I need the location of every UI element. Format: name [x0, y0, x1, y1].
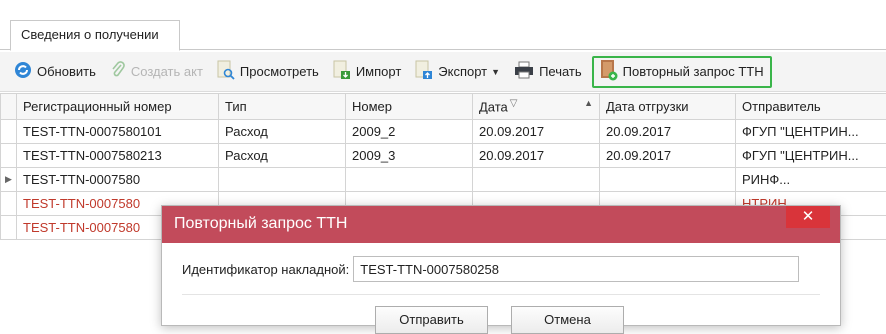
table-header-row: Регистрационный номер Тип Номер Дата▽ ▲ Д…	[1, 94, 886, 120]
import-icon	[333, 60, 351, 83]
cell-number	[346, 168, 473, 192]
waybill-id-label: Идентификатор накладной:	[182, 262, 349, 277]
create-act-label: Создать акт	[131, 64, 203, 79]
import-label: Импорт	[356, 64, 401, 79]
cell-ship-date: 20.09.2017	[600, 144, 736, 168]
table-row[interactable]: TEST-TTN-0007580101 Расход 2009_2 20.09.…	[1, 120, 886, 144]
view-label: Просмотреть	[240, 64, 319, 79]
paperclip-icon	[110, 61, 126, 82]
filter-icon[interactable]: ▽	[510, 98, 518, 109]
column-header-reg-number[interactable]: Регистрационный номер	[17, 94, 219, 120]
cell-reg-number: TEST-TTN-0007580213	[17, 144, 219, 168]
column-header-sender[interactable]: Отправитель	[736, 94, 886, 120]
repeat-request-label: Повторный запрос ТТН	[623, 64, 764, 79]
send-button[interactable]: Отправить	[375, 306, 488, 334]
cell-ship-date: 20.09.2017	[600, 120, 736, 144]
column-header-date-label: Дата	[479, 100, 508, 115]
tab-receipt-info[interactable]: Сведения о получении	[10, 20, 180, 51]
cell-sender: РИНФ...	[736, 168, 886, 192]
table-row[interactable]: ▶ TEST-TTN-0007580 РИНФ...	[1, 168, 886, 192]
refresh-button[interactable]: Обновить	[10, 57, 100, 87]
cell-type: Расход	[219, 144, 346, 168]
table-row[interactable]: TEST-TTN-0007580213 Расход 2009_3 20.09.…	[1, 144, 886, 168]
waybill-id-row: Идентификатор накладной:	[182, 256, 799, 282]
refresh-label: Обновить	[37, 64, 96, 79]
cell-sender: ФГУП "ЦЕНТРИН...	[736, 144, 886, 168]
print-label: Печать	[539, 64, 582, 79]
divider	[182, 294, 820, 295]
view-document-icon	[217, 60, 235, 83]
refresh-icon	[14, 61, 32, 82]
close-button[interactable]: ✕	[786, 206, 830, 228]
export-label: Экспорт	[438, 64, 487, 79]
printer-icon	[514, 61, 534, 82]
sort-ascending-icon: ▲	[584, 98, 593, 108]
chevron-down-icon: ▼	[491, 67, 500, 77]
cell-number: 2009_2	[346, 120, 473, 144]
cell-number: 2009_3	[346, 144, 473, 168]
create-act-button[interactable]: Создать акт	[106, 57, 207, 87]
column-header-type[interactable]: Тип	[219, 94, 346, 120]
print-button[interactable]: Печать	[510, 57, 586, 87]
cell-reg-number: TEST-TTN-0007580	[17, 168, 219, 192]
cell-type	[219, 168, 346, 192]
cell-date	[473, 168, 600, 192]
export-icon	[415, 60, 433, 83]
cancel-button[interactable]: Отмена	[511, 306, 624, 334]
toolbar: Обновить Создать акт Просмотреть Импорт …	[0, 52, 886, 92]
waybill-id-input[interactable]	[353, 256, 799, 282]
cell-sender: ФГУП "ЦЕНТРИН...	[736, 120, 886, 144]
close-icon: ✕	[802, 208, 815, 225]
export-button[interactable]: Экспорт ▼	[411, 57, 504, 87]
dialog-title-bar[interactable]: Повторный запрос ТТН	[162, 206, 840, 243]
repeat-request-dialog: Повторный запрос ТТН ✕ Идентификатор нак…	[161, 205, 841, 326]
current-row-arrow-icon: ▶	[1, 168, 17, 192]
row-indicator	[1, 192, 17, 216]
cell-date: 20.09.2017	[473, 120, 600, 144]
dialog-title: Повторный запрос ТТН	[174, 215, 347, 232]
import-button[interactable]: Импорт	[329, 57, 405, 87]
row-indicator	[1, 144, 17, 168]
column-header-date[interactable]: Дата▽ ▲	[473, 94, 600, 120]
cell-date: 20.09.2017	[473, 144, 600, 168]
column-header-number[interactable]: Номер	[346, 94, 473, 120]
book-icon	[600, 59, 618, 84]
view-button[interactable]: Просмотреть	[213, 57, 323, 87]
cell-type: Расход	[219, 120, 346, 144]
tab-bar: Сведения о получении	[0, 0, 886, 50]
row-indicator	[1, 216, 17, 240]
cell-ship-date	[600, 168, 736, 192]
repeat-request-button[interactable]: Повторный запрос ТТН	[592, 56, 772, 88]
column-header-ship-date[interactable]: Дата отгрузки	[600, 94, 736, 120]
cell-reg-number: TEST-TTN-0007580101	[17, 120, 219, 144]
row-indicator-header	[1, 94, 17, 120]
row-indicator	[1, 120, 17, 144]
